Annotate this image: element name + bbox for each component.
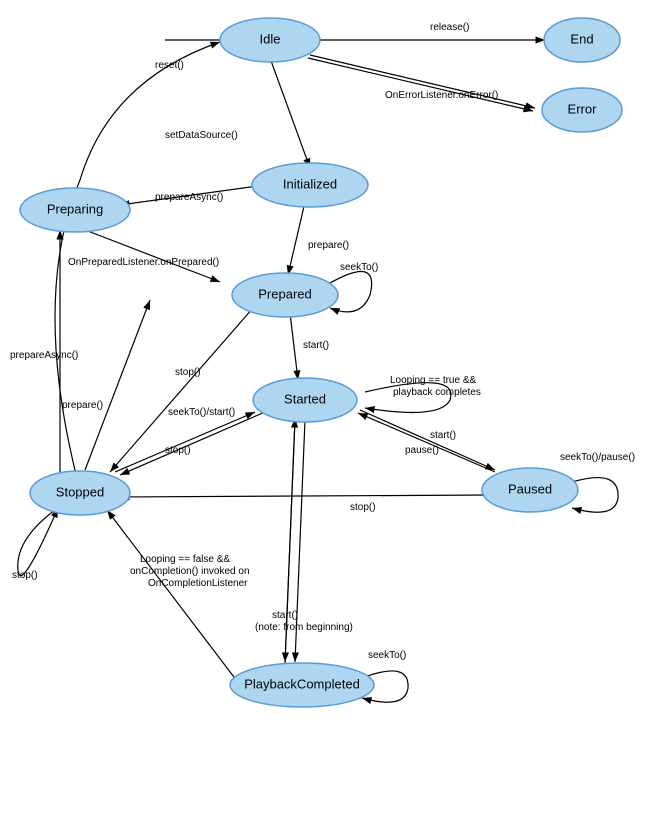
label-looping1: Looping == true && <box>390 375 477 386</box>
label-setdatasource: setDataSource() <box>165 130 238 141</box>
state-diagram: release() OnErrorListener.onError() rese… <box>0 0 665 813</box>
state-initialized-label: Initialized <box>283 176 337 191</box>
transition-prepare-stopped <box>85 300 150 470</box>
state-end-label: End <box>570 31 593 46</box>
label-start-playback2: (note: from beginning) <box>255 622 353 633</box>
state-paused-label: Paused <box>508 481 552 496</box>
label-loopingfalse2: onCompletion() invoked on <box>130 566 250 577</box>
state-prepared-label: Prepared <box>258 286 311 301</box>
label-start-playback: start() <box>272 610 298 621</box>
label-prepareasync2: prepareAsync() <box>10 350 78 361</box>
label-start1: start() <box>303 340 329 351</box>
transition-stop-stopped <box>18 508 58 576</box>
label-reset: reset() <box>155 60 184 71</box>
transition-start1 <box>290 313 298 380</box>
state-playbackcompleted-label: PlaybackCompleted <box>244 676 360 691</box>
label-seekto-paused: seekTo()/pause() <box>560 452 635 463</box>
label-seekto-playback: seekTo() <box>368 650 406 661</box>
label-pause: pause() <box>405 445 439 456</box>
transition-stop-playback <box>107 510 240 685</box>
state-idle-label: Idle <box>260 31 281 46</box>
label-stop-paused: stop() <box>350 502 376 513</box>
label-release: release() <box>430 22 469 33</box>
transition-seekto-paused <box>572 478 618 513</box>
state-preparing-label: Preparing <box>47 201 103 216</box>
transition-setdatasource <box>270 58 310 168</box>
transition-stop-paused <box>120 495 490 497</box>
label-loopingfalse1: Looping == false && <box>140 554 230 565</box>
transition-onprepared <box>80 228 220 282</box>
label-seekto-prepared: seekTo() <box>340 262 378 273</box>
label-onprepared: OnPreparedListener.onPrepared() <box>68 257 219 268</box>
label-seektostart: seekTo()/start() <box>168 407 235 418</box>
transition-prepare1 <box>288 202 305 275</box>
transition-start-paused <box>358 413 495 472</box>
label-prepareasync1: prepareAsync() <box>155 192 223 203</box>
label-start-paused: start() <box>430 430 456 441</box>
transition-pause <box>360 410 495 470</box>
state-stopped-label: Stopped <box>56 484 104 499</box>
state-error-label: Error <box>568 101 598 116</box>
transition-stop-started <box>120 412 265 475</box>
label-stop-prepared: stop() <box>175 367 201 378</box>
transition-onerror2 <box>308 58 533 111</box>
label-looping2: playback completes <box>393 387 481 398</box>
label-onerror: OnErrorListener.onError() <box>385 90 498 101</box>
label-stop-started: stop() <box>165 445 191 456</box>
label-stop-stopped: stop() <box>12 570 38 581</box>
state-started-label: Started <box>284 391 326 406</box>
label-prepare-stopped: prepare() <box>62 400 103 411</box>
label-prepare1: prepare() <box>308 240 349 251</box>
